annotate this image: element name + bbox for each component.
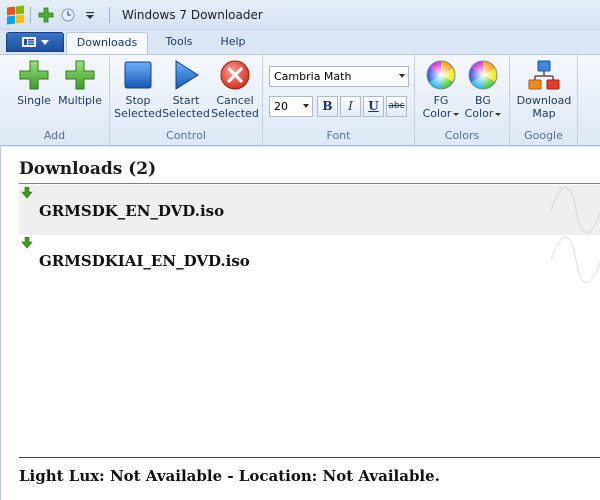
download-item[interactable]: GRMSDKIAI_EN_DVD.iso [19,235,600,285]
download-map-button[interactable]: Download Map [514,59,574,120]
stop-icon [124,61,152,89]
cancel-label-line1: Cancel [216,94,254,107]
tab-help[interactable]: Help [210,32,256,54]
start-selected-button[interactable]: Start Selected [162,59,210,120]
download-item-name: GRMSDKIAI_EN_DVD.iso [39,252,250,270]
tab-downloads[interactable]: Downloads [66,32,148,55]
divider [19,183,600,184]
ribbon-group-colors: FG Color BG Color Colors [415,55,510,145]
qat-separator [109,6,110,23]
qat-add-icon[interactable] [37,6,55,24]
qat-separator [30,6,31,23]
group-label-colors: Colors [444,129,480,142]
ribbon: Single Multiple Add Stop Selected Start … [0,54,600,146]
strikethrough-button[interactable]: abc [386,96,407,117]
progress-wave-icon [551,237,600,283]
start-label-line2: Selected [162,107,210,120]
bold-button[interactable]: B [317,96,338,117]
chevron-down-icon[interactable] [399,74,405,78]
start-label-line1: Start [172,94,200,107]
fg-color-label-line2: Color [422,107,452,120]
bg-color-button[interactable]: BG Color [463,59,503,120]
cancel-icon [220,60,250,90]
status-text: Light Lux: Not Available - Location: Not… [19,467,440,485]
cancel-label-line2: Selected [211,107,259,120]
tab-tools[interactable]: Tools [156,32,202,54]
plus-icon [65,60,95,90]
chevron-down-icon [453,112,460,116]
chevron-down-icon [495,112,502,116]
font-size-combo[interactable]: 20 [269,96,313,117]
window-title: Windows 7 Downloader [122,7,263,22]
stop-selected-button[interactable]: Stop Selected [114,59,162,120]
add-multiple-label: Multiple [58,94,102,107]
color-wheel-icon [468,60,498,90]
fg-color-button[interactable]: FG Color [421,59,461,120]
cancel-selected-button[interactable]: Cancel Selected [210,59,260,120]
group-label-control: Control [166,129,206,142]
download-arrow-icon [21,237,33,249]
add-single-label: Single [17,94,51,107]
bg-color-label-line2: Color [464,107,494,120]
chevron-down-icon[interactable] [303,104,309,108]
add-single-button[interactable]: Single [14,59,54,107]
qat-clock-icon[interactable] [59,6,77,24]
font-family-value: Cambria Math [274,70,352,83]
stop-label-line2: Selected [114,107,162,120]
ribbon-group-control: Stop Selected Start Selected Cancel Sele… [110,55,263,145]
download-arrow-icon [21,187,33,199]
sitemap-icon [528,60,560,90]
font-size-value: 20 [274,100,288,113]
play-icon [175,60,199,90]
font-family-combo[interactable]: Cambria Math [269,66,409,87]
italic-button[interactable]: I [340,96,361,117]
title-bar: Windows 7 Downloader [0,0,600,30]
group-label-google: Google [524,129,563,142]
plus-icon [19,60,49,90]
download-item-name: GRMSDK_EN_DVD.iso [39,202,225,220]
group-label-add: Add [43,129,66,142]
downloads-panel: Downloads (2) GRMSDK_EN_DVD.iso GRMSDKIA… [0,147,600,500]
application-menu-button[interactable] [6,32,64,52]
stop-label-line1: Stop [125,94,151,107]
color-wheel-icon [426,60,456,90]
divider [19,457,600,458]
qat-customize-icon[interactable] [81,6,99,24]
ribbon-group-font: Cambria Math 20 B I U abc Font [263,55,415,145]
download-map-label-line2: Map [532,107,556,120]
group-label-font: Font [326,129,351,142]
download-item[interactable]: GRMSDK_EN_DVD.iso [19,185,600,235]
progress-wave-icon [551,187,600,233]
ribbon-group-add: Single Multiple Add [0,55,110,145]
menu-icon [21,37,36,47]
add-multiple-button[interactable]: Multiple [56,59,104,107]
chevron-down-icon [40,39,49,45]
underline-button[interactable]: U [363,96,384,117]
ribbon-tab-row: Downloads Tools Help [0,30,600,55]
downloads-title: Downloads (2) [19,159,157,179]
download-map-label-line1: Download [516,94,572,107]
fg-color-label-line1: FG [433,94,449,107]
windows-logo-icon[interactable] [6,4,24,25]
bg-color-label-line1: BG [475,94,491,107]
ribbon-group-google: Download Map Google [510,55,578,145]
